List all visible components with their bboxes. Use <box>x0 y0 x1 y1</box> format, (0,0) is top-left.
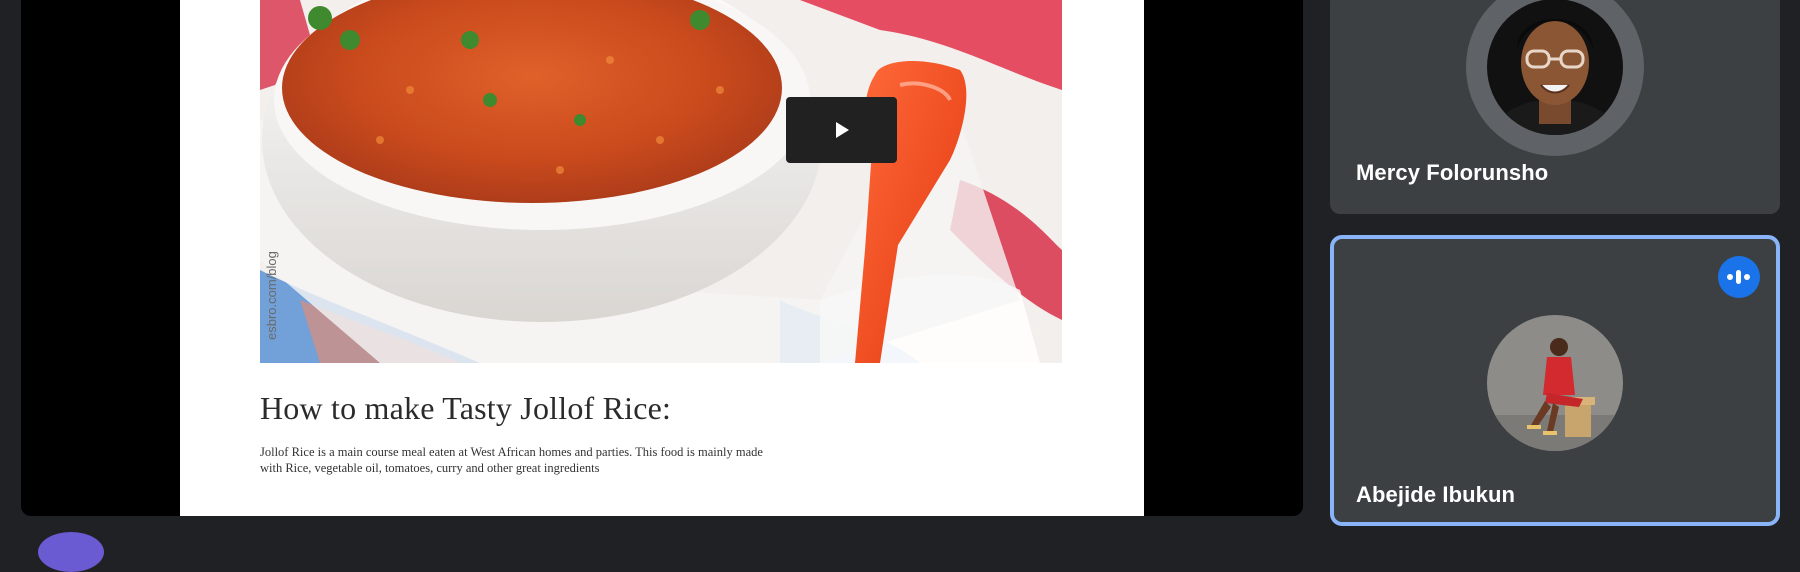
play-icon <box>835 122 849 138</box>
article-description-line-1: Jollof Rice is a main course meal eaten … <box>260 445 763 459</box>
article-description-line-2: with Rice, vegetable oil, tomatoes, curr… <box>260 461 600 475</box>
article-title: How to make Tasty Jollof Rice: <box>260 390 672 426</box>
article-description: Jollof Rice is a main course meal eaten … <box>260 444 800 476</box>
image-watermark: esbro.com/blog <box>264 251 279 340</box>
audio-level-icon <box>1718 256 1760 298</box>
presentation-stage: esbro.com/blog How to make Tasty Jollof … <box>21 0 1303 516</box>
jollof-rice-photo: esbro.com/blog <box>260 0 1062 363</box>
participant-name: Abejide Ibukun <box>1356 482 1516 507</box>
participant-tile-mercy[interactable]: Mercy Folorunsho <box>1330 0 1780 214</box>
self-view-avatar[interactable] <box>38 532 104 572</box>
avatar <box>1487 315 1623 451</box>
participant-name: Mercy Folorunsho <box>1356 160 1549 185</box>
avatar <box>1487 0 1623 135</box>
shared-slide: esbro.com/blog How to make Tasty Jollof … <box>180 0 1144 516</box>
participant-tile-abejide[interactable]: Abejide Ibukun <box>1330 235 1780 526</box>
play-button[interactable] <box>786 97 897 163</box>
